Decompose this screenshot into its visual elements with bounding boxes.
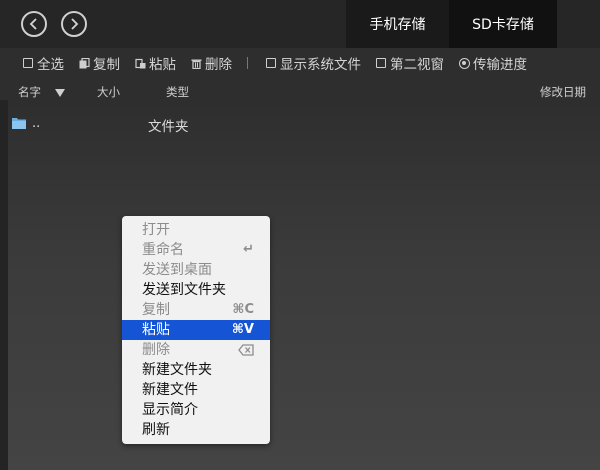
menu-item-label: 粘贴 xyxy=(142,322,170,338)
copy-icon xyxy=(78,57,90,69)
delete-key-icon xyxy=(238,344,254,356)
tab-sd-storage[interactable]: SD卡存储 xyxy=(449,0,557,48)
column-header: 名字 大小 类型 修改日期 xyxy=(0,80,600,102)
menu-item-label: 显示简介 xyxy=(142,402,198,418)
select-all-label: 全选 xyxy=(37,57,64,73)
back-button[interactable] xyxy=(21,11,47,37)
toolbar: 全选 复制 粘贴 删除 显示系统文件 第二视窗 传输进度 xyxy=(0,48,600,78)
chevron-right-icon xyxy=(71,18,79,30)
menu-item-label: 刷新 xyxy=(142,422,170,438)
folder-icon xyxy=(12,118,26,129)
second-view-toggle[interactable]: 第二视窗 xyxy=(375,53,444,73)
show-system-files-label: 显示系统文件 xyxy=(280,57,361,73)
return-key-icon: ↵ xyxy=(243,242,254,257)
delete-label: 删除 xyxy=(205,57,232,73)
delete-button[interactable]: 删除 xyxy=(190,53,232,73)
show-system-files-toggle[interactable]: 显示系统文件 xyxy=(265,53,361,73)
menu-item-send-to-desktop[interactable]: 发送到桌面 xyxy=(122,260,270,280)
column-size[interactable]: 大小 xyxy=(97,84,120,100)
menu-item-label: 删除 xyxy=(142,342,170,358)
menu-item-label: 发送到桌面 xyxy=(142,262,212,278)
trash-icon xyxy=(190,57,202,69)
tab-phone-storage[interactable]: 手机存储 xyxy=(346,0,449,48)
context-menu: 打开 重命名 ↵ 发送到桌面 发送到文件夹 复制 ⌘C 粘贴 ⌘V 删除 新建文… xyxy=(122,216,270,444)
menu-item-label: 发送到文件夹 xyxy=(142,282,226,298)
menu-item-label: 新建文件 xyxy=(142,382,198,398)
transfer-progress-toggle[interactable]: 传输进度 xyxy=(458,53,527,73)
menu-item-copy[interactable]: 复制 ⌘C xyxy=(122,300,270,320)
file-row[interactable]: .. 文件夹 xyxy=(0,112,600,136)
menu-item-new-file[interactable]: 新建文件 xyxy=(122,380,270,400)
menu-item-delete[interactable]: 删除 xyxy=(122,340,270,360)
file-type: 文件夹 xyxy=(148,119,189,135)
file-manager-window: 手机存储 SD卡存储 全选 复制 粘贴 删除 显示系统文件 第二视窗 传输进度 … xyxy=(0,0,600,470)
menu-shortcut: ⌘V xyxy=(231,322,254,337)
copy-button[interactable]: 复制 xyxy=(78,53,120,73)
checkbox-icon xyxy=(375,57,387,69)
forward-button[interactable] xyxy=(61,11,87,37)
checkbox-icon xyxy=(265,57,277,69)
menu-item-paste[interactable]: 粘贴 ⌘V xyxy=(122,320,270,340)
top-bar: 手机存储 SD卡存储 xyxy=(0,0,600,48)
file-name: .. xyxy=(32,116,41,131)
select-all-button[interactable]: 全选 xyxy=(22,53,64,73)
left-edge-strip xyxy=(0,100,8,470)
copy-label: 复制 xyxy=(93,57,120,73)
menu-shortcut: ⌘C xyxy=(232,302,254,317)
sort-down-icon[interactable] xyxy=(55,86,65,100)
menu-item-label: 打开 xyxy=(142,222,170,238)
menu-item-open[interactable]: 打开 xyxy=(122,220,270,240)
transfer-progress-label: 传输进度 xyxy=(473,57,527,73)
menu-item-refresh[interactable]: 刷新 xyxy=(122,420,270,440)
menu-item-send-to-folder[interactable]: 发送到文件夹 xyxy=(122,280,270,300)
toolbar-divider xyxy=(247,57,248,69)
radio-icon xyxy=(458,57,470,69)
column-type[interactable]: 类型 xyxy=(166,84,189,100)
menu-item-new-folder[interactable]: 新建文件夹 xyxy=(122,360,270,380)
menu-item-rename[interactable]: 重命名 ↵ xyxy=(122,240,270,260)
column-modified[interactable]: 修改日期 xyxy=(540,84,586,100)
menu-item-label: 新建文件夹 xyxy=(142,362,212,378)
menu-item-label: 重命名 xyxy=(142,242,184,258)
paste-button[interactable]: 粘贴 xyxy=(134,53,176,73)
chevron-left-icon xyxy=(29,18,37,30)
menu-item-label: 复制 xyxy=(142,302,170,318)
paste-icon xyxy=(134,57,146,69)
column-name[interactable]: 名字 xyxy=(18,84,41,100)
paste-label: 粘贴 xyxy=(149,57,176,73)
checkbox-icon xyxy=(22,57,34,69)
menu-item-show-info[interactable]: 显示简介 xyxy=(122,400,270,420)
second-view-label: 第二视窗 xyxy=(390,57,444,73)
